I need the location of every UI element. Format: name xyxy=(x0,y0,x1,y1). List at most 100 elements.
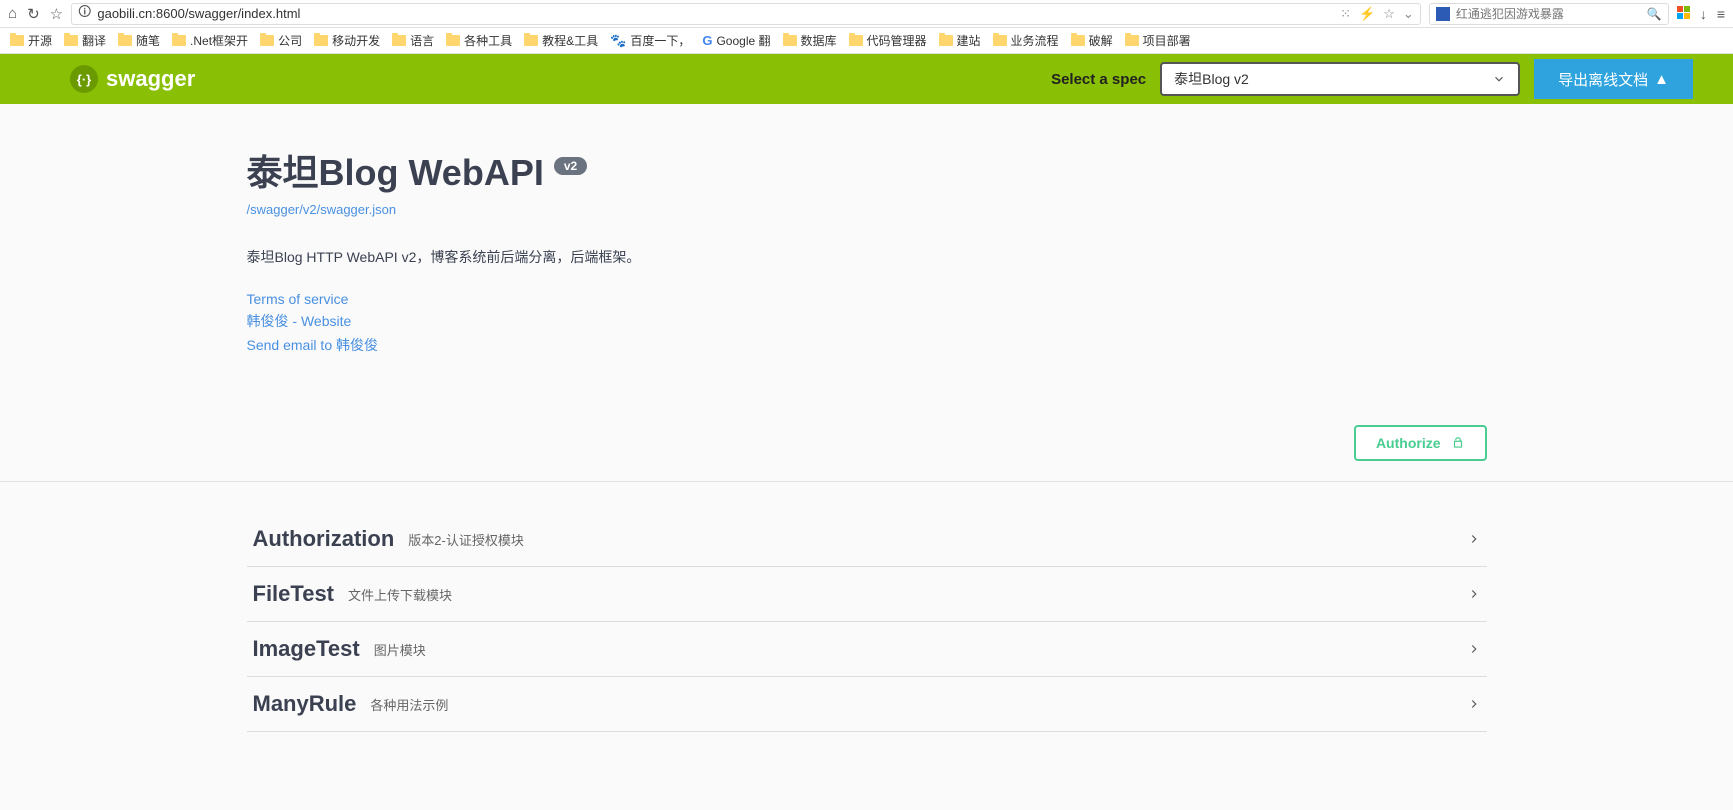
swagger-logo[interactable]: {·} swagger xyxy=(70,65,195,93)
extensions-icon[interactable] xyxy=(1677,6,1690,22)
email-link[interactable]: Send email to 韩俊俊 xyxy=(247,335,1487,355)
paw-icon: 🐾 xyxy=(610,33,626,49)
bookmark-label: 翻译 xyxy=(82,32,106,49)
tag-name: ImageTest xyxy=(253,636,360,662)
swagger-badge-icon: {·} xyxy=(70,65,98,93)
bookmark-label: 业务流程 xyxy=(1011,32,1059,49)
qr-icon[interactable]: ⁙ xyxy=(1340,6,1351,22)
terms-link[interactable]: Terms of service xyxy=(247,291,1487,307)
tag-name: FileTest xyxy=(253,581,335,607)
chevron-down-icon xyxy=(1492,72,1506,86)
bookmark-label: 建站 xyxy=(957,32,981,49)
shield-icon: 🛈 xyxy=(78,3,91,25)
browser-toolbar: ⌂ ↻ ☆ 🛈 ⁙ ⚡ ☆ ⌄ 🔍 ↓ ≡ xyxy=(0,0,1733,28)
tag-description: 文件上传下载模块 xyxy=(348,585,452,604)
folder-icon xyxy=(446,35,460,46)
chevron-down-icon[interactable]: ⌄ xyxy=(1403,6,1414,22)
bookmark-item[interactable]: 业务流程 xyxy=(993,32,1059,49)
folder-icon xyxy=(939,35,953,46)
bookmark-label: Google 翻 xyxy=(716,32,770,49)
bookmark-item[interactable]: 教程&工具 xyxy=(524,32,598,49)
info-links: Terms of service 韩俊俊 - Website Send emai… xyxy=(247,291,1487,355)
google-icon: G xyxy=(702,33,712,48)
export-button[interactable]: 导出离线文档 ▲ xyxy=(1534,59,1693,99)
folder-icon xyxy=(1125,35,1139,46)
bookmark-label: 项目部署 xyxy=(1143,32,1191,49)
tag-name: ManyRule xyxy=(253,691,357,717)
authorize-label: Authorize xyxy=(1376,435,1441,451)
tag-row[interactable]: FileTest 文件上传下载模块 xyxy=(247,567,1487,622)
tag-description: 图片模块 xyxy=(374,640,426,659)
bookmark-item[interactable]: 各种工具 xyxy=(446,32,512,49)
folder-icon xyxy=(260,35,274,46)
star-outline-icon[interactable]: ☆ xyxy=(50,5,63,23)
bookmark-label: 数据库 xyxy=(801,32,837,49)
folder-icon xyxy=(1071,35,1085,46)
search-engine-icon xyxy=(1436,7,1450,21)
search-input[interactable] xyxy=(1456,7,1641,21)
export-button-label: 导出离线文档 xyxy=(1558,69,1648,90)
bookmark-item[interactable]: 🐾百度一下， xyxy=(610,32,690,49)
bookmark-item[interactable]: 建站 xyxy=(939,32,981,49)
bookmark-item[interactable]: 破解 xyxy=(1071,32,1113,49)
lock-open-icon xyxy=(1451,436,1465,450)
select-spec-label: Select a spec xyxy=(1051,71,1146,88)
folder-icon xyxy=(314,35,328,46)
bookmark-label: 代码管理器 xyxy=(867,32,927,49)
download-icon[interactable]: ↓ xyxy=(1700,6,1707,22)
bookmark-label: 语言 xyxy=(410,32,434,49)
tag-row[interactable]: ImageTest 图片模块 xyxy=(247,622,1487,677)
url-input[interactable] xyxy=(97,6,1334,21)
bookmark-item[interactable]: 开源 xyxy=(10,32,52,49)
browser-right-icons: ↓ ≡ xyxy=(1677,6,1725,22)
folder-icon xyxy=(783,35,797,46)
folder-icon xyxy=(172,35,186,46)
bookmark-item[interactable]: 语言 xyxy=(392,32,434,49)
folder-icon xyxy=(10,35,24,46)
bookmark-item[interactable]: 移动开发 xyxy=(314,32,380,49)
menu-icon[interactable]: ≡ xyxy=(1717,6,1725,22)
page-title: 泰坦Blog WebAPI xyxy=(247,144,544,196)
tag-row[interactable]: ManyRule 各种用法示例 xyxy=(247,677,1487,732)
home-icon[interactable]: ⌂ xyxy=(8,5,17,23)
flash-icon[interactable]: ⚡ xyxy=(1359,6,1375,22)
bookmark-label: 随笔 xyxy=(136,32,160,49)
tag-description: 版本2-认证授权模块 xyxy=(408,530,524,549)
swagger-topbar: {·} swagger Select a spec 泰坦Blog v2 导出离线… xyxy=(0,54,1733,104)
bookmark-label: 破解 xyxy=(1089,32,1113,49)
url-actions: ⁙ ⚡ ☆ ⌄ xyxy=(1340,6,1414,22)
chevron-right-icon xyxy=(1467,587,1481,601)
chevron-right-icon xyxy=(1467,642,1481,656)
bookmark-item[interactable]: .Net框架开 xyxy=(172,32,248,49)
address-bar[interactable]: 🛈 ⁙ ⚡ ☆ ⌄ xyxy=(71,3,1421,25)
nav-buttons: ⌂ ↻ ☆ xyxy=(8,5,63,23)
tag-list: Authorization版本2-认证授权模块 FileTest 文件上传下载模块 I… xyxy=(247,512,1487,732)
spec-json-link[interactable]: /swagger/v2/swagger.json xyxy=(247,202,397,217)
tag-description: 各种用法示例 xyxy=(370,695,448,714)
bookmark-item[interactable]: 随笔 xyxy=(118,32,160,49)
search-icon[interactable]: 🔍 xyxy=(1647,7,1662,21)
bookmark-star-icon[interactable]: ☆ xyxy=(1383,6,1395,22)
spec-select[interactable]: 泰坦Blog v2 xyxy=(1160,62,1520,96)
folder-icon xyxy=(849,35,863,46)
website-link[interactable]: 韩俊俊 - Website xyxy=(247,311,1487,331)
bookmark-item[interactable]: G Google 翻 xyxy=(702,32,770,49)
bookmarks-bar: 开源 翻译 随笔 .Net框架开 公司 移动开发 语言各种工具教程&工具 🐾百度一下， G Goo… xyxy=(0,28,1733,54)
bookmark-item[interactable]: 公司 xyxy=(260,32,302,49)
folder-icon xyxy=(524,35,538,46)
reload-icon[interactable]: ↻ xyxy=(27,5,40,23)
bookmark-label: 移动开发 xyxy=(332,32,380,49)
bookmark-item[interactable]: 代码管理器 xyxy=(849,32,927,49)
triangle-up-icon: ▲ xyxy=(1654,71,1669,88)
bookmark-item[interactable]: 数据库 xyxy=(783,32,837,49)
chevron-right-icon xyxy=(1467,697,1481,711)
bookmark-label: .Net框架开 xyxy=(190,32,248,49)
folder-icon xyxy=(392,35,406,46)
tag-row[interactable]: Authorization版本2-认证授权模块 xyxy=(247,512,1487,567)
browser-search[interactable]: 🔍 xyxy=(1429,3,1669,25)
bookmark-item[interactable]: 翻译 xyxy=(64,32,106,49)
bookmark-label: 公司 xyxy=(278,32,302,49)
bookmark-label: 开源 xyxy=(28,32,52,49)
bookmark-item[interactable]: 项目部署 xyxy=(1125,32,1191,49)
authorize-button[interactable]: Authorize xyxy=(1354,425,1487,461)
